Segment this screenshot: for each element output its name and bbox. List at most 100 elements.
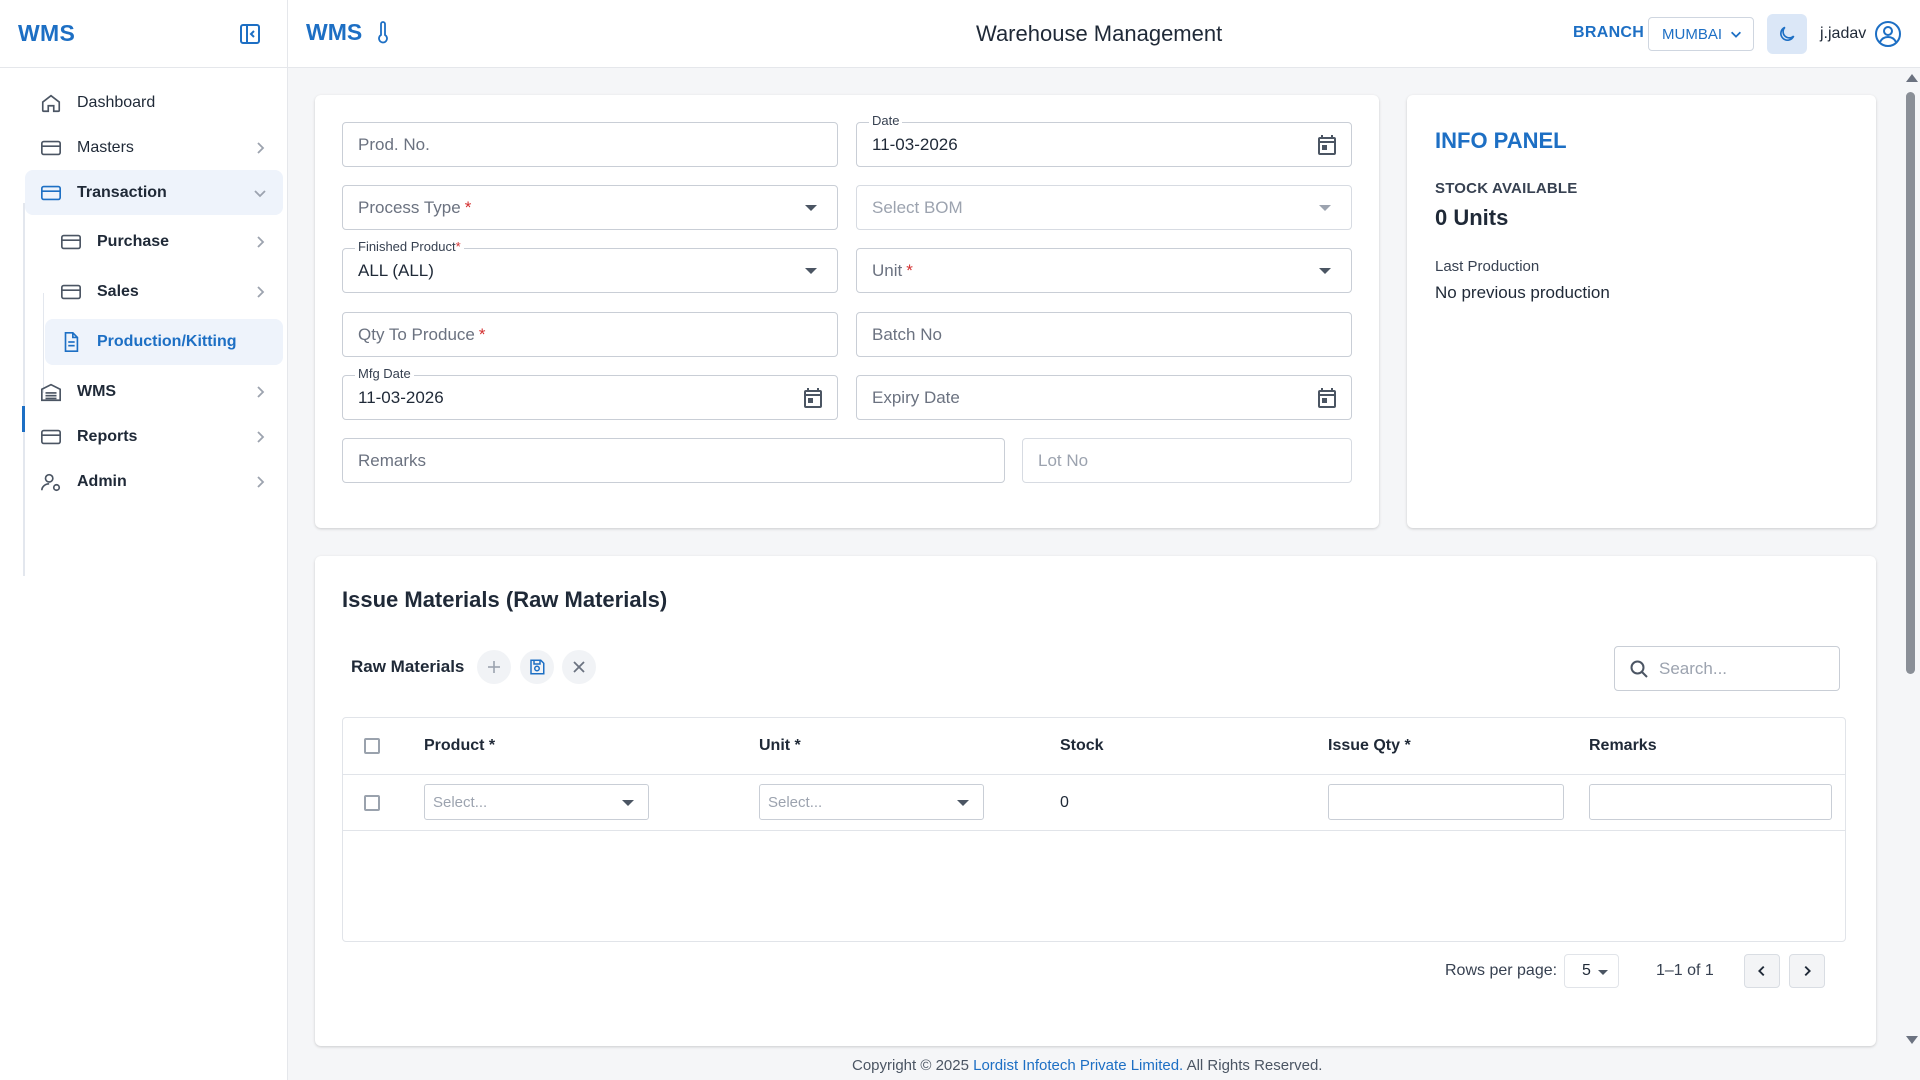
company-link[interactable]: Lordist Infotech Private Limited. — [973, 1057, 1183, 1074]
copyright-suffix: All Rights Reserved. — [1183, 1057, 1323, 1074]
search-icon — [1629, 659, 1649, 679]
expiry-placeholder: Expiry Date — [872, 387, 960, 407]
row-remarks-input[interactable] — [1589, 784, 1832, 820]
scroll-up-arrow-icon[interactable] — [1906, 74, 1918, 82]
search-placeholder: Search... — [1659, 658, 1728, 678]
card-icon — [59, 230, 83, 254]
home-icon — [39, 91, 63, 115]
pagination-range: 1–1 of 1 — [1656, 962, 1714, 979]
required-mark: * — [464, 197, 472, 217]
sidebar-item-sales[interactable]: Sales — [45, 269, 283, 315]
stock-available-value: 0 Units — [1435, 205, 1509, 230]
sidebar-item-production-kitting[interactable]: Production/Kitting — [45, 319, 283, 365]
scroll-down-arrow-icon[interactable] — [1906, 1036, 1918, 1044]
account-circle-icon — [1874, 20, 1902, 48]
required-mark: * — [906, 260, 913, 280]
batch-placeholder: Batch No — [872, 324, 942, 344]
dropdown-arrow-icon — [805, 267, 817, 274]
select-bom-select[interactable]: Select BOM — [856, 185, 1352, 230]
chevron-down-icon — [251, 184, 269, 202]
calendar-icon[interactable] — [1315, 386, 1339, 410]
column-header-stock[interactable]: Stock — [1060, 737, 1104, 755]
rows-per-page-select[interactable]: 5 — [1564, 954, 1619, 988]
section-title: Issue Materials (Raw Materials) — [342, 587, 668, 612]
previous-page-button[interactable] — [1744, 954, 1780, 988]
page-scrollbar[interactable] — [1903, 70, 1918, 1055]
save-button[interactable] — [520, 650, 554, 684]
scroll-thumb[interactable] — [1906, 92, 1915, 674]
column-header-product[interactable]: Product * — [424, 737, 495, 755]
row-checkbox[interactable] — [364, 795, 380, 811]
qty-to-produce-input[interactable]: Qty To Produce * — [342, 312, 838, 357]
topbar: WMS Warehouse Management BRANCH MUMBAI j… — [288, 0, 1920, 68]
card-icon — [39, 181, 63, 205]
column-header-unit[interactable]: Unit * — [759, 737, 801, 755]
raw-materials-table: Product * Unit * Stock Issue Qty * Remar… — [342, 717, 1846, 942]
branch-select[interactable]: MUMBAI — [1648, 17, 1754, 51]
user-menu[interactable]: j.jadav — [1820, 20, 1902, 48]
info-panel-title: INFO PANEL — [1435, 128, 1567, 153]
stock-value: 0 — [1060, 794, 1069, 811]
calendar-icon[interactable] — [801, 386, 825, 410]
sidebar-collapse-icon[interactable] — [239, 23, 261, 45]
product-select-placeholder: Select... — [433, 793, 488, 811]
sidebar-header: WMS — [0, 0, 287, 68]
branch-select-value: MUMBAI — [1662, 25, 1722, 43]
stock-available-label: STOCK AVAILABLE — [1435, 180, 1578, 197]
sidebar-logo: WMS — [18, 20, 76, 46]
raw-materials-label: Raw Materials — [351, 657, 465, 676]
sidebar-item-wms[interactable]: WMS — [25, 369, 283, 414]
sidebar-item-label: Transaction — [77, 183, 167, 201]
mfg-date-field[interactable]: Mfg Date 11-03-2026 — [342, 366, 838, 420]
chevron-right-icon — [1800, 964, 1814, 978]
close-icon — [571, 659, 587, 675]
branch-label: BRANCH — [1573, 24, 1645, 41]
cancel-button[interactable] — [562, 650, 596, 684]
sidebar-nav: Dashboard Masters Transaction Purchase S… — [0, 68, 287, 576]
select-all-checkbox[interactable] — [364, 738, 380, 754]
moon-icon — [1777, 24, 1797, 44]
theme-toggle-button[interactable] — [1767, 14, 1807, 54]
finished-product-value: ALL (ALL) — [358, 260, 434, 280]
chevron-right-icon — [251, 383, 269, 401]
next-page-button[interactable] — [1789, 954, 1825, 988]
unit-cell-select[interactable]: Select... — [759, 784, 984, 820]
product-select[interactable]: Select... — [424, 784, 649, 820]
finished-product-label: Finished Product* — [355, 239, 464, 254]
lot-placeholder: Lot No — [1038, 450, 1089, 470]
chevron-right-icon — [251, 473, 269, 491]
prod-no-field[interactable]: Prod. No. — [342, 122, 838, 167]
chevron-right-icon — [251, 283, 269, 301]
user-settings-icon — [39, 470, 63, 494]
issue-materials-card: Issue Materials (Raw Materials) Raw Mate… — [315, 556, 1876, 1046]
page-title: Warehouse Management — [976, 21, 1223, 46]
sidebar-item-masters[interactable]: Masters — [25, 125, 283, 170]
sidebar-item-label: Admin — [77, 472, 127, 490]
calendar-icon[interactable] — [1315, 133, 1339, 157]
production-form-card: Prod. No. Date 11-03-2026 Process Type *… — [315, 95, 1379, 528]
qty-placeholder: Qty To Produce — [358, 324, 475, 344]
finished-product-select[interactable]: Finished Product* ALL (ALL) — [342, 239, 838, 293]
search-input[interactable]: Search... — [1614, 646, 1840, 691]
sidebar-item-dashboard[interactable]: Dashboard — [25, 80, 283, 125]
batch-no-input[interactable]: Batch No — [856, 312, 1352, 357]
dropdown-arrow-icon — [805, 204, 817, 211]
process-type-select[interactable]: Process Type * — [342, 185, 838, 230]
unit-select[interactable]: Unit * — [856, 248, 1352, 293]
dropdown-arrow-icon — [622, 800, 634, 806]
sidebar-item-label: Dashboard — [77, 93, 156, 111]
lot-no-input[interactable]: Lot No — [1022, 438, 1352, 483]
table-row: Select... Select... 0 — [343, 775, 1845, 831]
expiry-date-field[interactable]: Expiry Date — [856, 375, 1352, 420]
column-header-issue-qty[interactable]: Issue Qty * — [1328, 737, 1411, 755]
column-header-remarks[interactable]: Remarks — [1589, 737, 1657, 755]
sidebar-item-transaction[interactable]: Transaction — [25, 170, 283, 215]
sidebar-item-purchase[interactable]: Purchase — [45, 219, 283, 265]
remarks-input[interactable]: Remarks — [342, 438, 1005, 483]
add-row-button[interactable] — [477, 650, 511, 684]
chevron-right-icon — [251, 139, 269, 157]
date-field[interactable]: Date 11-03-2026 — [856, 113, 1352, 167]
sidebar-item-admin[interactable]: Admin — [25, 459, 283, 504]
sidebar-item-reports[interactable]: Reports — [25, 414, 283, 459]
issue-qty-input[interactable] — [1328, 784, 1564, 820]
